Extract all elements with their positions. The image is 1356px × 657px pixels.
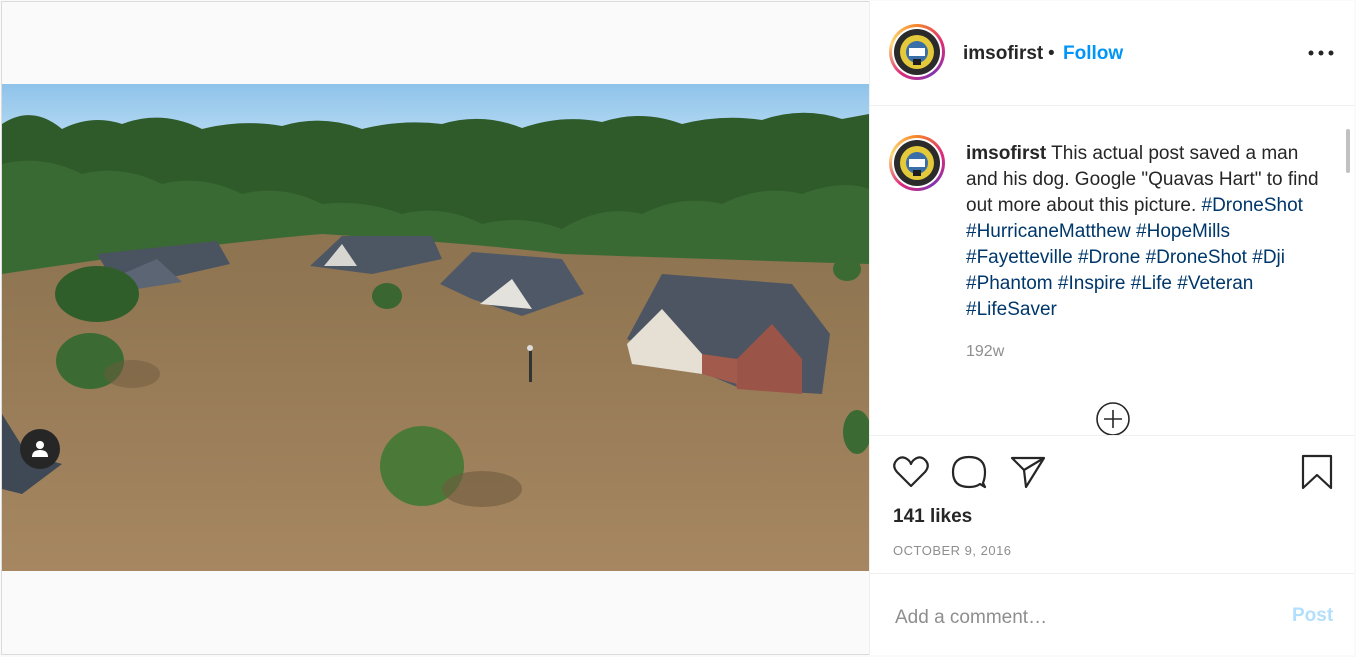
caption-username[interactable]: imsofirst xyxy=(966,143,1046,164)
post-actions: 141 likes OCTOBER 9, 2016 xyxy=(870,435,1354,574)
hashtag-link[interactable]: #HopeMills xyxy=(1136,221,1230,242)
hashtag-link[interactable]: #DroneShot xyxy=(1202,195,1303,216)
post-caption: imsofirst This actual post saved a man a… xyxy=(966,141,1326,323)
more-options-icon xyxy=(1308,50,1334,56)
post-comment-button[interactable]: Post xyxy=(1292,605,1333,627)
comments-scrollbar[interactable] xyxy=(1346,129,1350,173)
comment-form: Post xyxy=(870,573,1354,655)
send-icon xyxy=(1010,456,1046,489)
post-age[interactable]: 192w xyxy=(966,343,1004,361)
hashtag-link[interactable]: #Fayetteville xyxy=(966,247,1073,268)
comments-section[interactable]: imsofirst This actual post saved a man a… xyxy=(870,107,1354,436)
avatar-logo-icon xyxy=(894,140,940,186)
hashtag-link[interactable]: #Life xyxy=(1131,273,1172,294)
post-header: imsofirst • Follow xyxy=(870,1,1354,106)
more-options-button[interactable] xyxy=(1307,41,1335,65)
like-button[interactable] xyxy=(892,453,930,496)
hashtag-link[interactable]: #HurricaneMatthew xyxy=(966,221,1131,242)
comment-button[interactable] xyxy=(950,453,988,496)
comment-icon xyxy=(951,455,987,489)
header-username[interactable]: imsofirst xyxy=(963,43,1043,65)
hashtag-link[interactable]: #DroneShot xyxy=(1146,247,1247,268)
post-image[interactable] xyxy=(2,84,869,571)
share-button[interactable] xyxy=(1009,453,1047,496)
heart-icon xyxy=(893,456,929,488)
hashtag-link[interactable]: #Veteran xyxy=(1177,273,1253,294)
hashtag-link[interactable]: #LifeSaver xyxy=(966,299,1057,320)
bookmark-icon xyxy=(1301,454,1333,490)
separator-dot: • xyxy=(1048,43,1055,64)
tagged-users-button[interactable] xyxy=(20,429,60,469)
post-date[interactable]: OCTOBER 9, 2016 xyxy=(893,543,1012,558)
person-icon xyxy=(32,441,48,457)
hashtag-link[interactable]: #Inspire xyxy=(1058,273,1126,294)
post-details-panel: imsofirst • Follow imsofirst This actual… xyxy=(869,1,1354,655)
avatar[interactable] xyxy=(889,24,945,80)
load-more-comments-button[interactable] xyxy=(1095,401,1131,436)
save-button[interactable] xyxy=(1300,453,1334,496)
plus-circle-icon xyxy=(1096,402,1130,436)
hashtag-link[interactable]: #Drone xyxy=(1078,247,1140,268)
comment-input[interactable] xyxy=(893,602,1267,634)
hashtag-link[interactable]: #Dji xyxy=(1252,247,1285,268)
caption-avatar[interactable] xyxy=(889,135,945,191)
flooded-houses-photo xyxy=(2,84,869,571)
hashtag-link[interactable]: #Phantom xyxy=(966,273,1053,294)
follow-button[interactable]: Follow xyxy=(1063,43,1123,65)
likes-count[interactable]: 141 likes xyxy=(893,506,972,528)
avatar-logo-icon xyxy=(894,29,940,75)
